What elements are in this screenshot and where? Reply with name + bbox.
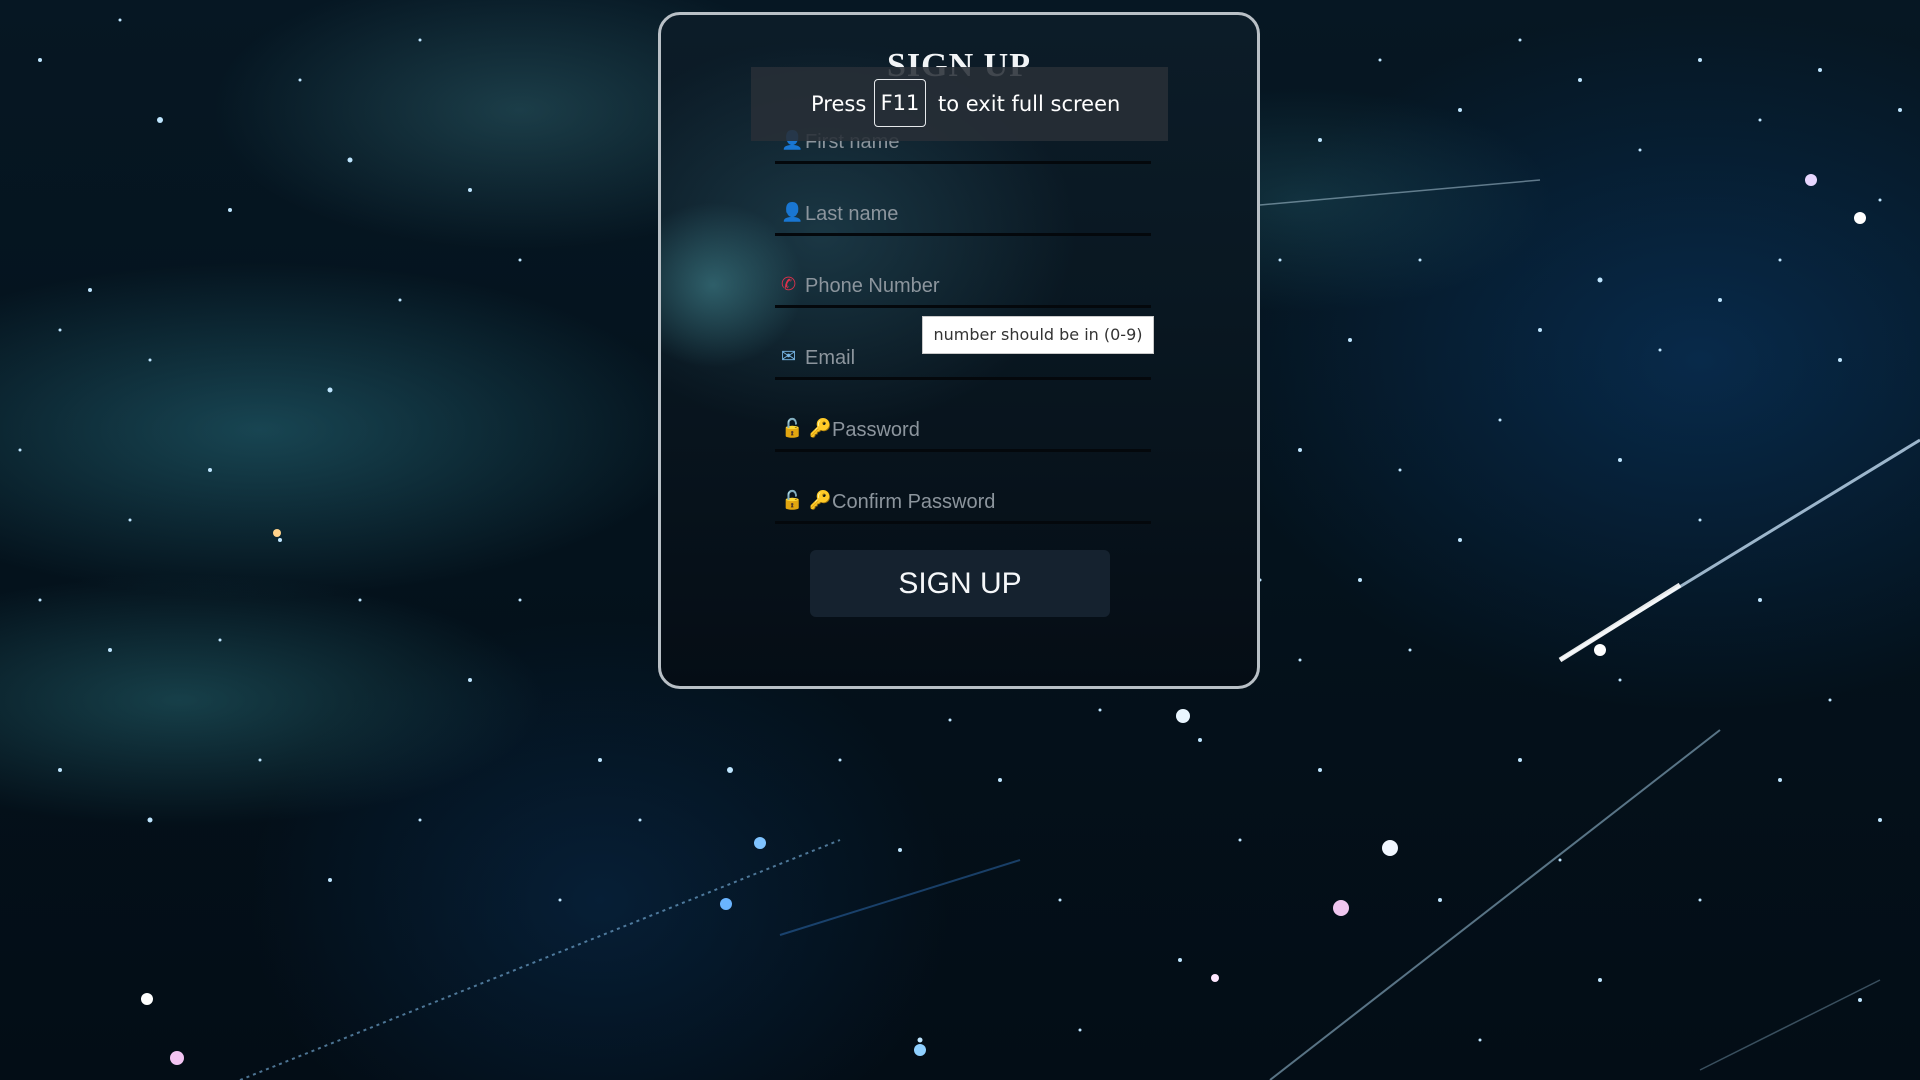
lock-icon: 🔓 bbox=[781, 490, 804, 510]
phone-number-field[interactable]: ✆ Phone Number bbox=[775, 261, 1151, 308]
lock-icon: 🔓 bbox=[781, 418, 804, 438]
confirm-password-field[interactable]: 🔓 🔑 Confirm Password bbox=[775, 477, 1151, 524]
key-icon: 🔑 bbox=[809, 490, 832, 510]
validation-tooltip: number should be in (0-9) bbox=[922, 316, 1154, 354]
email-placeholder: Email bbox=[805, 347, 856, 369]
password-placeholder: Password bbox=[832, 419, 920, 441]
phone-icon: ✆ bbox=[781, 274, 797, 294]
notice-exit-text: to exit full screen bbox=[938, 92, 1121, 116]
signup-button[interactable]: SIGN UP bbox=[810, 550, 1110, 617]
key-icon: 🔑 bbox=[809, 418, 832, 438]
email-card-icon: ✉ bbox=[781, 346, 797, 366]
last-name-placeholder: Last name bbox=[805, 203, 899, 225]
notice-press-text: Press bbox=[811, 92, 867, 116]
last-name-field[interactable]: 👤 Last name bbox=[775, 189, 1151, 236]
fullscreen-exit-notice: Press F11 to exit full screen bbox=[751, 67, 1168, 141]
signup-page: SIGN UP 👤 First name 👤 Last name ✆ Phone… bbox=[0, 0, 1920, 1080]
password-field[interactable]: 🔓 🔑 Password bbox=[775, 405, 1151, 452]
confirm-password-placeholder: Confirm Password bbox=[832, 491, 996, 513]
phone-number-placeholder: Phone Number bbox=[805, 275, 940, 297]
person-icon: 👤 bbox=[781, 202, 804, 222]
f11-key-badge: F11 bbox=[874, 79, 926, 127]
